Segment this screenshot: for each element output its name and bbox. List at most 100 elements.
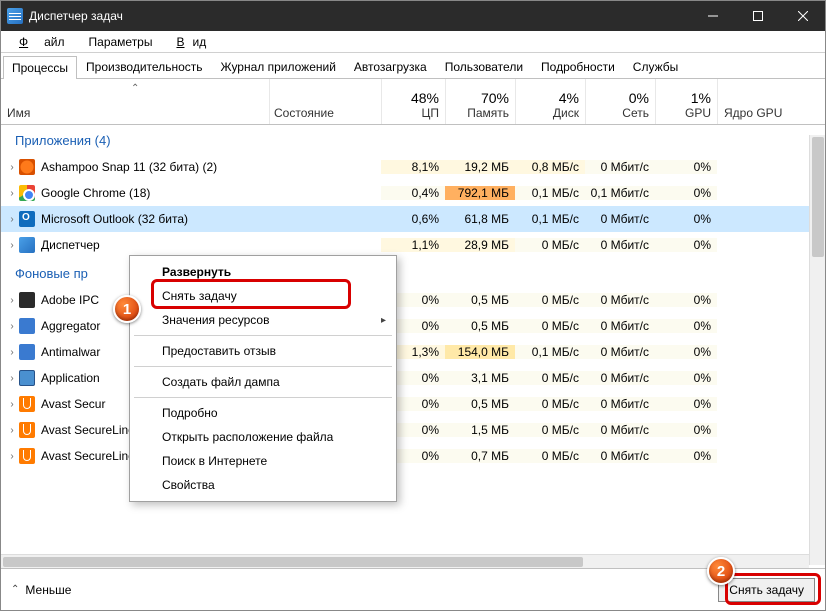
footer: ⌃ Меньше Снять задачу	[1, 568, 825, 610]
ctx-open-location[interactable]: Открыть расположение файла	[130, 425, 396, 449]
col-cpu[interactable]: 48%ЦП	[381, 79, 445, 124]
net-value: 0 Мбит/с	[585, 371, 655, 385]
cpu-value: 1,1%	[381, 238, 445, 252]
chrome-icon	[19, 185, 35, 201]
tab-performance[interactable]: Производительность	[77, 55, 211, 78]
context-menu: Развернуть Снять задачу Значения ресурсо…	[129, 255, 397, 502]
disk-value: 0,1 МБ/с	[515, 186, 585, 200]
disk-value: 0 МБ/с	[515, 397, 585, 411]
ctx-end-task[interactable]: Снять задачу	[130, 284, 396, 308]
adobe-icon	[19, 292, 35, 308]
mem-value: 0,7 МБ	[445, 449, 515, 463]
end-task-button[interactable]: Снять задачу	[718, 578, 815, 602]
col-disk[interactable]: 4%Диск	[515, 79, 585, 124]
process-row[interactable]: ›Avast Secur0%0,5 МБ0 МБ/с0 Мбит/с0%	[1, 391, 825, 417]
process-row[interactable]: ›Application0%3,1 МБ0 МБ/с0 Мбит/с0%	[1, 365, 825, 391]
process-row[interactable]: ›Avast SecureLine VPN0%0,7 МБ0 МБ/с0 Мби…	[1, 443, 825, 469]
expand-icon[interactable]: ›	[1, 425, 17, 436]
expand-icon[interactable]: ›	[1, 373, 17, 384]
tab-details[interactable]: Подробности	[532, 55, 624, 78]
col-gpu[interactable]: 1%GPU	[655, 79, 717, 124]
process-row[interactable]: ›Avast SecureLine VPN0%1,5 МБ0 МБ/с0 Мби…	[1, 417, 825, 443]
scrollbar-thumb[interactable]	[812, 137, 824, 257]
taskmgr-icon	[7, 8, 23, 24]
process-row[interactable]: ›Microsoft Outlook (32 бита)0,6%61,8 МБ0…	[1, 206, 825, 232]
fewer-details[interactable]: ⌃ Меньше	[11, 583, 71, 597]
minimize-button[interactable]	[690, 1, 735, 31]
expand-icon[interactable]: ›	[1, 347, 17, 358]
tab-startup[interactable]: Автозагрузка	[345, 55, 436, 78]
col-state[interactable]: Состояние	[269, 79, 381, 124]
process-name: Google Chrome (18)	[41, 186, 269, 200]
process-row[interactable]: ›Antimalwar1,3%154,0 МБ0,1 МБ/с0 Мбит/с0…	[1, 339, 825, 365]
tab-services[interactable]: Службы	[624, 55, 687, 78]
expand-icon[interactable]: ›	[1, 240, 17, 251]
disk-value: 0 МБ/с	[515, 319, 585, 333]
maximize-button[interactable]	[735, 1, 780, 31]
disk-value: 0 МБ/с	[515, 238, 585, 252]
ctx-expand[interactable]: Развернуть	[130, 260, 396, 284]
gpu-value: 0%	[655, 160, 717, 174]
menu-view[interactable]: Вид	[160, 33, 214, 51]
expand-icon[interactable]: ›	[1, 214, 17, 225]
gpu-value: 0%	[655, 238, 717, 252]
process-row[interactable]: ›Ashampoo Snap 11 (32 бита) (2)8,1%19,2 …	[1, 154, 825, 180]
gpu-value: 0%	[655, 371, 717, 385]
tm-icon	[19, 237, 35, 253]
mem-value: 3,1 МБ	[445, 371, 515, 385]
mem-value: 0,5 МБ	[445, 319, 515, 333]
tab-users[interactable]: Пользователи	[436, 55, 532, 78]
window-controls	[690, 1, 825, 31]
ctx-details[interactable]: Подробно	[130, 401, 396, 425]
ctx-feedback[interactable]: Предоставить отзыв	[130, 339, 396, 363]
callout-1: 1	[113, 295, 141, 323]
expand-icon[interactable]: ›	[1, 321, 17, 332]
expand-icon[interactable]: ›	[1, 162, 17, 173]
mem-value: 1,5 МБ	[445, 423, 515, 437]
expand-icon[interactable]: ›	[1, 295, 17, 306]
outlook-icon	[19, 211, 35, 227]
menubar: Файл Параметры Вид	[1, 31, 825, 53]
tab-processes[interactable]: Процессы	[3, 56, 77, 79]
col-gpucore[interactable]: Ядро GPU	[717, 79, 789, 124]
net-value: 0 Мбит/с	[585, 397, 655, 411]
gpu-value: 0%	[655, 212, 717, 226]
close-button[interactable]	[780, 1, 825, 31]
net-value: 0 Мбит/с	[585, 449, 655, 463]
gpu-value: 0%	[655, 423, 717, 437]
avast-icon	[19, 422, 35, 438]
expand-icon[interactable]: ›	[1, 399, 17, 410]
col-name[interactable]: ⌃Имя	[1, 79, 269, 124]
tabstrip: Процессы Производительность Журнал прило…	[1, 53, 825, 79]
gpu-value: 0%	[655, 345, 717, 359]
process-row[interactable]: ›Диспетчер1,1%28,9 МБ0 МБ/с0 Мбит/с0%	[1, 232, 825, 258]
avast-icon	[19, 396, 35, 412]
menu-options[interactable]: Параметры	[81, 33, 161, 51]
gpu-value: 0%	[655, 319, 717, 333]
ctx-dump[interactable]: Создать файл дампа	[130, 370, 396, 394]
col-memory[interactable]: 70%Память	[445, 79, 515, 124]
scrollbar-vertical[interactable]	[809, 135, 825, 565]
net-value: 0 Мбит/с	[585, 212, 655, 226]
agg-icon	[19, 318, 35, 334]
scrollbar-horizontal[interactable]	[1, 554, 809, 568]
process-list: Приложения (4)›Ashampoo Snap 11 (32 бита…	[1, 125, 825, 559]
column-headers: ⌃Имя Состояние 48%ЦП 70%Память 4%Диск 0%…	[1, 79, 825, 125]
mem-value: 0,5 МБ	[445, 397, 515, 411]
ctx-properties[interactable]: Свойства	[130, 473, 396, 497]
section-background[interactable]: Фоновые пр	[1, 258, 825, 287]
net-value: 0 Мбит/с	[585, 423, 655, 437]
ctx-search[interactable]: Поиск в Интернете	[130, 449, 396, 473]
disk-value: 0 МБ/с	[515, 293, 585, 307]
avast-icon	[19, 448, 35, 464]
net-value: 0 Мбит/с	[585, 238, 655, 252]
scrollbar-thumb[interactable]	[3, 557, 583, 567]
expand-icon[interactable]: ›	[1, 188, 17, 199]
tab-history[interactable]: Журнал приложений	[212, 55, 345, 78]
ctx-resource-values[interactable]: Значения ресурсов▸	[130, 308, 396, 332]
menu-file[interactable]: Файл	[3, 33, 81, 51]
process-row[interactable]: ›Google Chrome (18)0,4%792,1 МБ0,1 МБ/с0…	[1, 180, 825, 206]
col-network[interactable]: 0%Сеть	[585, 79, 655, 124]
section-apps[interactable]: Приложения (4)	[1, 125, 825, 154]
expand-icon[interactable]: ›	[1, 451, 17, 462]
